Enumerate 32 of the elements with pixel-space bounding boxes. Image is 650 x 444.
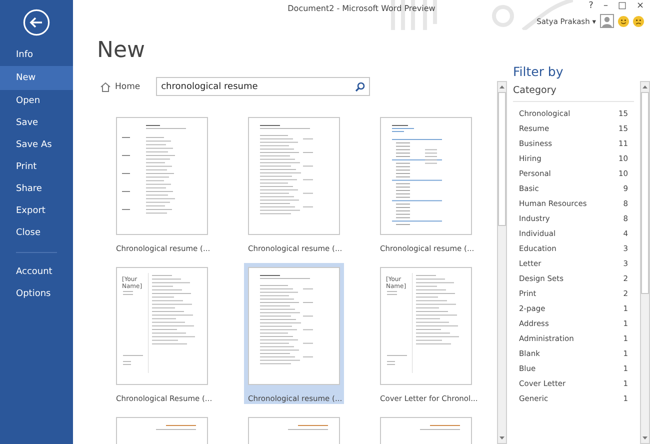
menu-item[interactable]: Save	[0, 112, 73, 134]
category-heading: Category	[513, 83, 634, 102]
down-arrow-icon[interactable]	[499, 435, 505, 441]
menu-item[interactable]: Options	[0, 283, 73, 305]
menu-item[interactable]: Account	[0, 261, 73, 283]
menu-item[interactable]: New	[0, 66, 73, 90]
menu-item[interactable]: Open	[0, 90, 73, 112]
down-arrow-icon[interactable]	[642, 435, 648, 441]
house-icon	[100, 82, 111, 92]
window-control[interactable]: □	[618, 1, 626, 11]
filter-title: Filter by	[513, 64, 564, 79]
frown-icon[interactable]	[633, 16, 644, 26]
menu-item[interactable]: Share	[0, 178, 73, 200]
window-title: Document2 - Microsoft Word Preview	[288, 4, 436, 15]
search-field[interactable]: chronological resume	[156, 77, 370, 96]
search-icon[interactable]	[355, 82, 366, 92]
menu-item[interactable]: Print	[0, 156, 73, 178]
home-link[interactable]: Home	[100, 82, 140, 92]
window-control[interactable]: ×	[636, 1, 644, 11]
menu-item[interactable]: Close	[0, 222, 73, 244]
scrollbar[interactable]	[497, 81, 507, 444]
menu-item[interactable]: Save As	[0, 134, 73, 156]
menu-item[interactable]: Info	[0, 44, 73, 66]
scrollbar[interactable]	[640, 81, 650, 444]
page-title: New	[97, 38, 146, 63]
back-icon[interactable]	[23, 9, 50, 36]
up-arrow-icon[interactable]	[642, 84, 648, 90]
up-arrow-icon[interactable]	[499, 84, 505, 90]
window-control[interactable]: ?	[588, 1, 594, 11]
smiley-icon[interactable]	[618, 16, 629, 26]
window-control[interactable]: –	[603, 1, 608, 11]
menu-item[interactable]: Export	[0, 200, 73, 222]
